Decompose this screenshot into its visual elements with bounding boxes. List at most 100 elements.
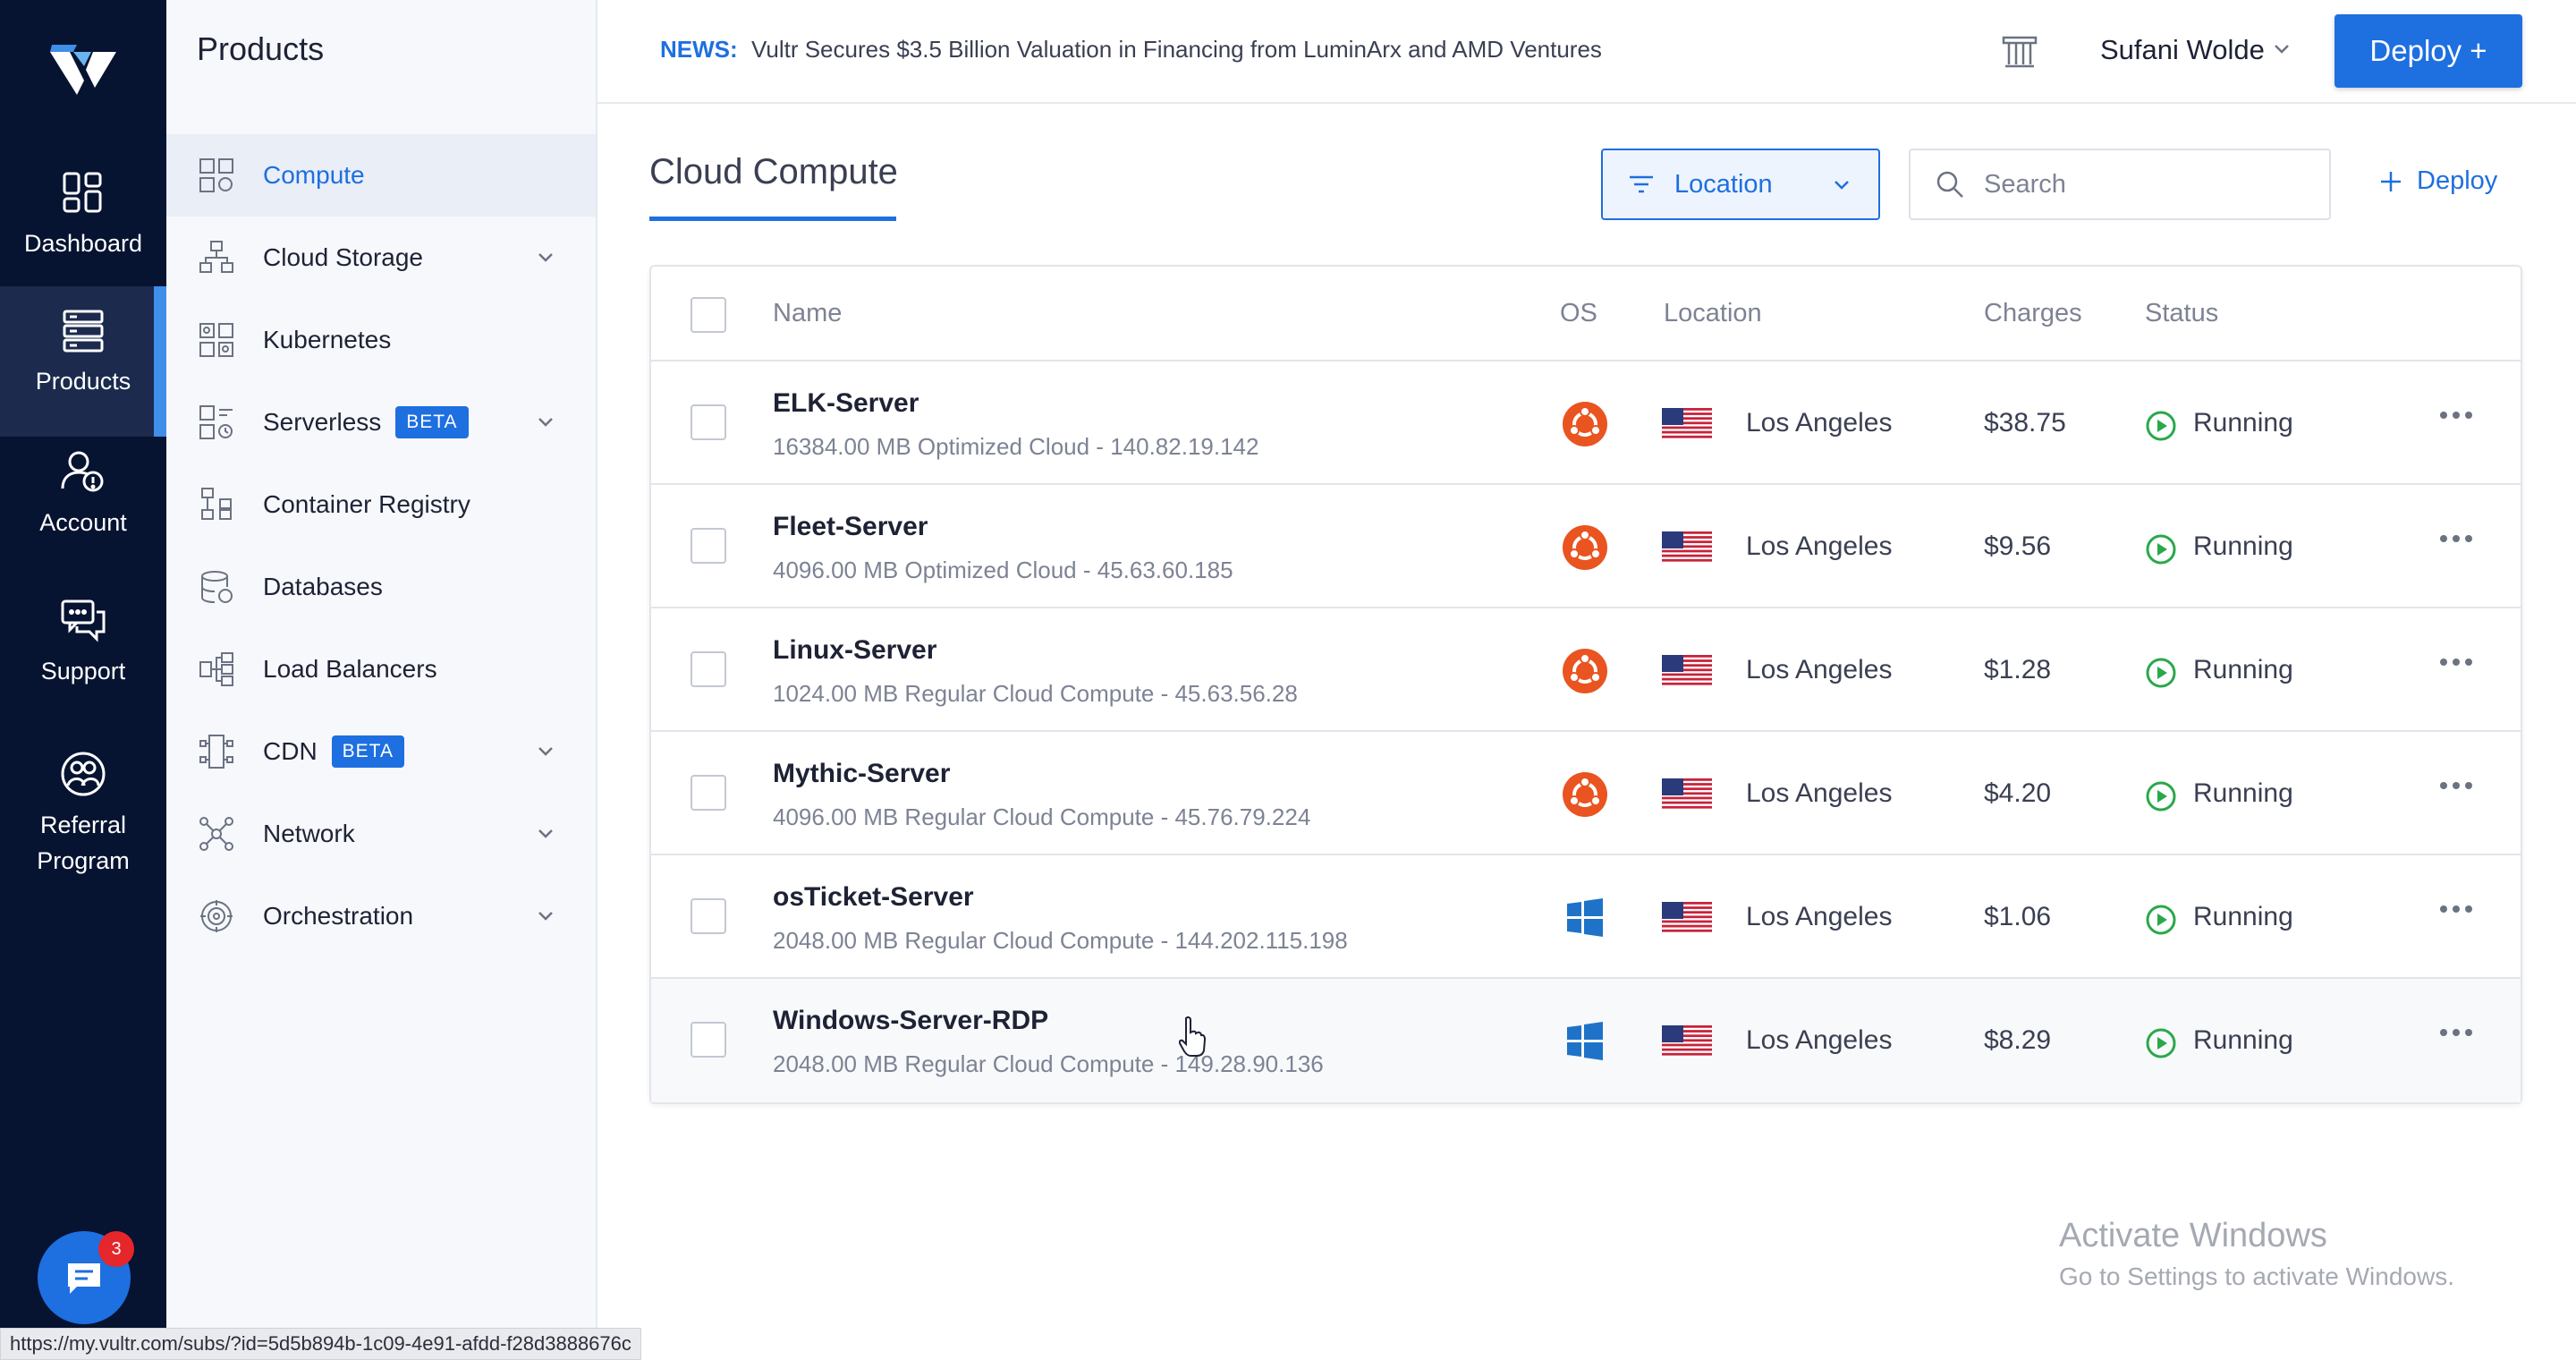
watermark-subtitle: Go to Settings to activate Windows. [2059, 1262, 2454, 1290]
table-row[interactable]: Windows-Server-RDP 2048.00 MB Regular Clo… [651, 979, 2521, 1102]
rail-item-support[interactable]: Support [0, 596, 166, 707]
sidebar-item-databases[interactable]: Databases [166, 546, 596, 628]
more-options-icon[interactable] [2438, 655, 2474, 669]
main-nav-rail: Dashboard Products Account Support Refer… [0, 0, 166, 1360]
server-location: Los Angeles [1746, 655, 1893, 684]
filter-icon [1630, 175, 1653, 193]
table-row[interactable]: Fleet-Server 4096.00 MB Optimized Cloud -… [651, 485, 2521, 608]
page-title: Cloud Compute [649, 152, 898, 191]
server-charges: $38.75 [1984, 408, 2066, 438]
server-charges: $9.56 [1984, 531, 2052, 561]
vultr-logo[interactable] [50, 43, 116, 100]
table-row[interactable]: ELK-Server 16384.00 MB Optimized Cloud - … [651, 361, 2521, 485]
location-filter[interactable]: Location [1601, 149, 1880, 220]
billing-icon[interactable] [2000, 32, 2039, 72]
us-flag-icon [1662, 778, 1712, 811]
server-charges: $8.29 [1984, 1025, 2052, 1055]
plus-icon [2381, 171, 2401, 191]
chevron-down-icon[interactable] [535, 905, 556, 927]
ubuntu-icon [1563, 525, 1607, 570]
server-charges: $1.06 [1984, 902, 2052, 931]
sidebar-item-cloud-storage[interactable]: Cloud Storage [166, 217, 596, 299]
account-icon [61, 451, 104, 492]
news-link[interactable]: Vultr Secures $3.5 Billion Valuation in … [751, 36, 1602, 64]
row-checkbox[interactable] [691, 651, 726, 687]
us-flag-icon [1662, 408, 1712, 440]
windows-icon [1567, 898, 1603, 937]
server-name-link[interactable]: Fleet-Server [773, 512, 928, 542]
top-bar: NEWS: Vultr Secures $3.5 Billion Valuati… [597, 0, 2576, 104]
row-checkbox[interactable] [691, 528, 726, 564]
ubuntu-icon [1563, 772, 1607, 817]
search-input[interactable] [1984, 169, 2306, 200]
server-name-link[interactable]: Windows-Server-RDP [773, 1006, 1048, 1036]
chevron-down-icon [1835, 181, 1849, 190]
storage-icon [197, 238, 236, 277]
sidebar-item-kubernetes[interactable]: Kubernetes [166, 299, 596, 381]
chevron-down-icon[interactable] [535, 247, 556, 268]
orchestration-icon [197, 897, 236, 936]
row-checkbox[interactable] [691, 775, 726, 811]
chevron-down-icon[interactable] [535, 741, 556, 762]
column-header-charges[interactable]: Charges [1984, 299, 2082, 328]
running-status-icon [2146, 411, 2176, 441]
sidebar-item-cdn[interactable]: CDN BETA [166, 710, 596, 793]
server-location: Los Angeles [1746, 902, 1893, 931]
search-field[interactable] [1909, 149, 2331, 220]
server-name-link[interactable]: osTicket-Server [773, 882, 974, 913]
hand-cursor-icon [1179, 1016, 1206, 1057]
chat-unread-badge: 3 [98, 1231, 134, 1267]
table-row[interactable]: osTicket-Server 2048.00 MB Regular Cloud … [651, 855, 2521, 979]
us-flag-icon [1662, 902, 1712, 934]
sidebar-item-compute[interactable]: Compute [166, 134, 596, 217]
row-checkbox[interactable] [691, 898, 726, 934]
server-name-link[interactable]: Linux-Server [773, 635, 936, 666]
server-status: Running [2193, 531, 2293, 561]
sidebar-item-orchestration[interactable]: Orchestration [166, 875, 596, 957]
chevron-down-icon[interactable] [535, 412, 556, 433]
server-status: Running [2193, 655, 2293, 684]
table-row[interactable]: Linux-Server 1024.00 MB Regular Cloud Com… [651, 608, 2521, 732]
rail-item-products[interactable]: Products [0, 286, 166, 437]
more-options-icon[interactable] [2438, 408, 2474, 422]
select-all-checkbox[interactable] [691, 297, 726, 333]
more-options-icon[interactable] [2438, 902, 2474, 916]
sidebar-item-label: Load Balancers [263, 655, 437, 683]
row-checkbox[interactable] [691, 1022, 726, 1058]
table-row[interactable]: Mythic-Server 4096.00 MB Regular Cloud Co… [651, 732, 2521, 855]
sidebar-item-network[interactable]: Network [166, 793, 596, 875]
column-header-location[interactable]: Location [1664, 299, 1762, 328]
us-flag-icon [1662, 655, 1712, 687]
deploy-link[interactable]: Deploy [2379, 166, 2497, 196]
sidebar-item-serverless[interactable]: Serverless BETA [166, 381, 596, 463]
us-flag-icon [1662, 1025, 1712, 1058]
sidebar-item-label: CDN [263, 737, 318, 765]
server-location: Los Angeles [1746, 1025, 1893, 1055]
dashboard-icon [63, 172, 102, 213]
load-balancer-icon [197, 650, 236, 689]
sidebar-item-load-balancers[interactable]: Load Balancers [166, 628, 596, 710]
ubuntu-icon [1563, 402, 1607, 446]
rail-item-account[interactable]: Account [0, 447, 166, 558]
more-options-icon[interactable] [2438, 778, 2474, 793]
more-options-icon[interactable] [2438, 1025, 2474, 1040]
sidebar-item-label: Orchestration [263, 902, 414, 930]
products-sidebar: Products Compute Cloud Storage Kubernete… [166, 0, 597, 1360]
server-name-link[interactable]: Mythic-Server [773, 759, 950, 789]
column-header-os[interactable]: OS [1560, 299, 1597, 328]
server-name-link[interactable]: ELK-Server [773, 388, 919, 419]
column-header-name[interactable]: Name [773, 299, 842, 328]
more-options-icon[interactable] [2438, 531, 2474, 546]
deploy-button[interactable]: Deploy + [2334, 14, 2522, 88]
row-checkbox[interactable] [691, 404, 726, 440]
rail-item-referral[interactable]: Referral Program [0, 750, 166, 893]
tab-underline [649, 217, 896, 221]
user-menu[interactable]: Sufani Wolde [2100, 34, 2265, 66]
server-description: 4096.00 MB Regular Cloud Compute - 45.76… [773, 803, 1311, 830]
chevron-down-icon[interactable] [535, 823, 556, 845]
rail-item-dashboard[interactable]: Dashboard [0, 168, 166, 279]
compute-icon [197, 156, 236, 195]
sidebar-item-container-registry[interactable]: Container Registry [166, 463, 596, 546]
chevron-down-icon[interactable] [2272, 39, 2292, 59]
column-header-status[interactable]: Status [2145, 299, 2218, 328]
